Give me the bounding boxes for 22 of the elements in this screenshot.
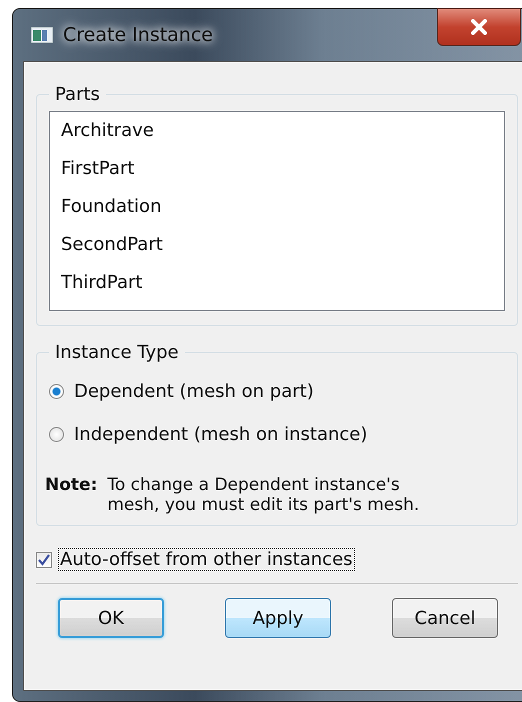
list-item[interactable]: SecondPart [51,230,503,261]
radio-label[interactable]: Dependent (mesh on part) [74,381,314,402]
note-text: To change a Dependent instance's mesh, you must edit its part's mesh. [107,475,420,515]
group-title: Parts [54,84,101,105]
radio-button[interactable] [49,384,64,399]
list-item[interactable]: ThirdPart [51,268,503,299]
group-title: Instance Type [54,342,180,363]
window-icon [31,27,53,43]
checkbox-label[interactable]: Auto-offset from other instances [58,548,355,571]
list-item[interactable]: Architrave [51,116,503,147]
radio-label[interactable]: Independent (mesh on instance) [74,424,368,445]
note-label: Note: [45,475,98,497]
close-button[interactable] [437,8,521,46]
dialog-button[interactable]: Apply [225,598,331,638]
close-icon [470,19,488,35]
dialog-button[interactable]: Cancel [392,598,498,638]
window-title: Create Instance [63,24,213,46]
list-item[interactable]: Foundation [51,192,503,223]
radio-button[interactable] [49,427,64,442]
dialog-button[interactable]: OK [58,598,164,638]
checkbox[interactable] [36,552,52,568]
list-item[interactable]: FirstPart [51,154,503,185]
